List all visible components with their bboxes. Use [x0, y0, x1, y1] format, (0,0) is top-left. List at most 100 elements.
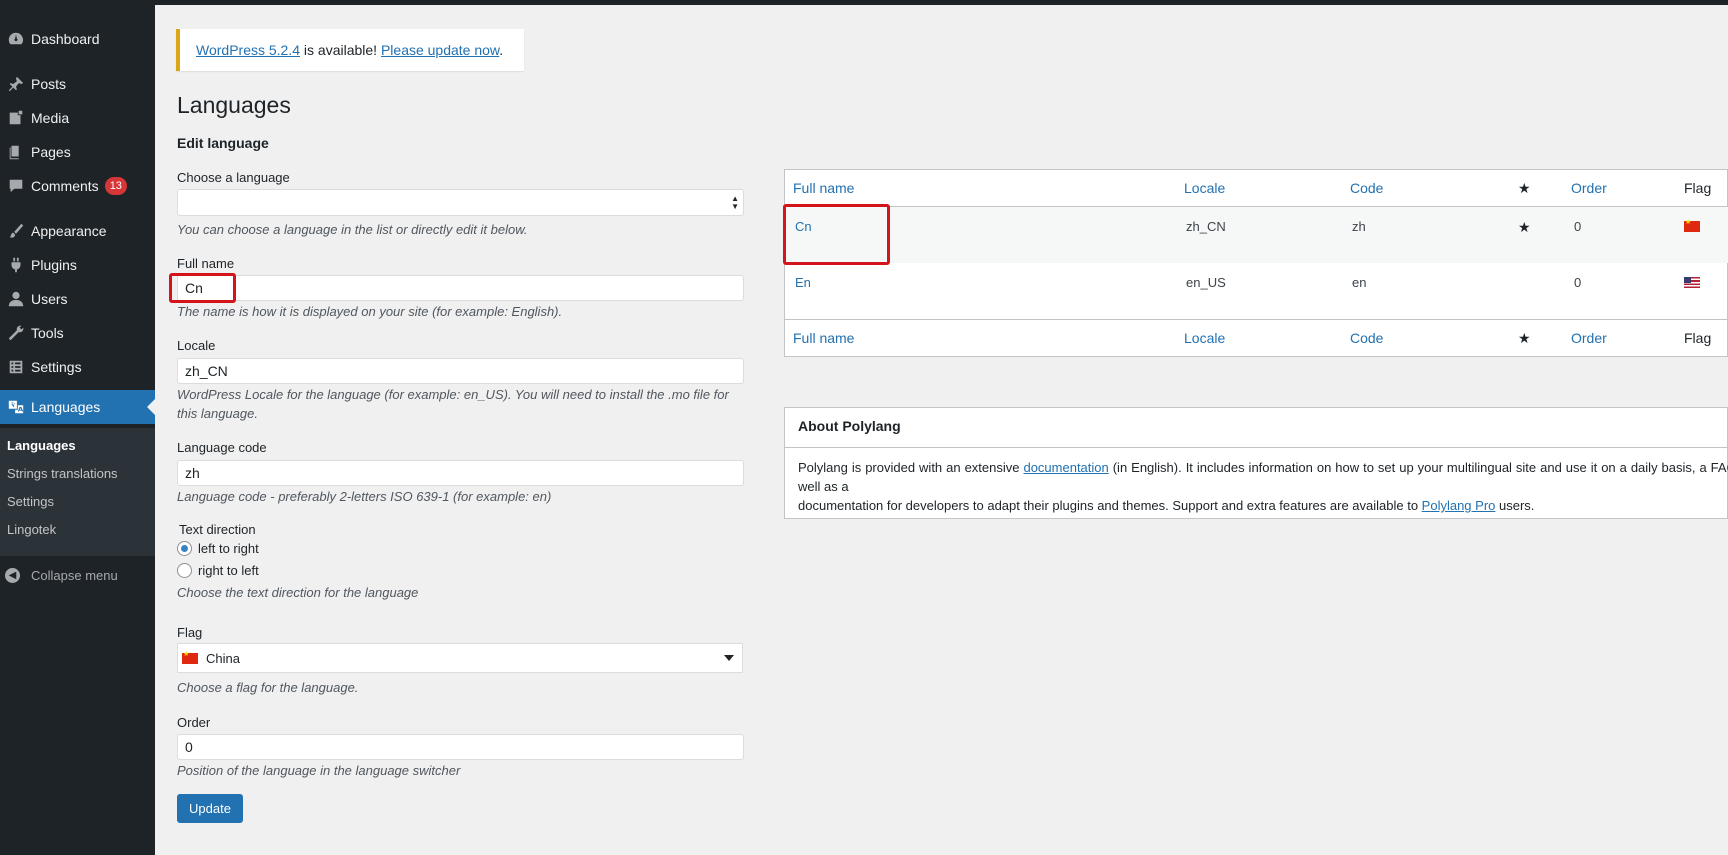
- plug-icon: [0, 256, 31, 274]
- full-name-description: The name is how it is displayed on your …: [177, 304, 563, 319]
- about-text-3: documentation for developers to adapt th…: [798, 498, 1422, 513]
- sidebar-label: Dashboard: [31, 31, 100, 47]
- footer-header-default-star-icon: ★: [1518, 330, 1531, 346]
- radio-left-to-right[interactable]: left to right: [177, 541, 259, 556]
- radio-ltr-control[interactable]: [177, 541, 192, 556]
- radio-ltr-label: left to right: [198, 541, 259, 556]
- about-polylang-text: Polylang is provided with an extensive d…: [798, 458, 1728, 515]
- collapse-label: Collapse menu: [31, 567, 118, 583]
- user-icon: [0, 290, 31, 308]
- order-input[interactable]: [177, 734, 744, 760]
- row-name-link[interactable]: Cn: [795, 219, 812, 234]
- pin-icon: [0, 75, 31, 93]
- sidebar-label: Comments: [31, 178, 99, 194]
- row-name-link[interactable]: En: [795, 275, 811, 290]
- row-code: zh: [1352, 219, 1366, 234]
- row-order: 0: [1574, 219, 1582, 234]
- sidebar-item-plugins[interactable]: Plugins: [0, 248, 155, 282]
- submenu-strings-translations[interactable]: Strings translations: [7, 466, 118, 481]
- footer-header-full-name[interactable]: Full name: [793, 330, 854, 346]
- radio-rtl-label: right to left: [198, 563, 259, 578]
- comments-icon: [0, 177, 31, 195]
- sidebar-item-appearance[interactable]: Appearance: [0, 214, 155, 248]
- sidebar-label: Users: [31, 291, 68, 307]
- order-label: Order: [177, 715, 211, 730]
- settings-icon: [0, 358, 31, 376]
- footer-header-flag: Flag: [1684, 330, 1712, 346]
- sidebar-label: Media: [31, 110, 70, 126]
- footer-header-locale[interactable]: Locale: [1184, 330, 1225, 346]
- language-code-label: Language code: [177, 440, 267, 455]
- cn-flag-icon: [1684, 218, 1700, 235]
- update-notice: WordPress 5.2.4 is available! Please upd…: [176, 29, 524, 71]
- languages-submenu: Languages Strings translations Settings …: [0, 428, 155, 556]
- choose-language-description: You can choose a language in the list or…: [177, 222, 528, 237]
- sidebar-label: Appearance: [31, 223, 107, 239]
- wordpress-version-link[interactable]: WordPress 5.2.4: [196, 42, 300, 58]
- about-polylang-box: About Polylang Polylang is provided with…: [784, 407, 1728, 519]
- column-header-order[interactable]: Order: [1571, 180, 1607, 196]
- sidebar-label: Languages: [31, 399, 101, 415]
- submenu-languages[interactable]: Languages: [7, 438, 76, 453]
- choose-language-label: Choose a language: [177, 170, 290, 185]
- polylang-pro-link[interactable]: Polylang Pro: [1422, 498, 1496, 513]
- flag-description: Choose a flag for the language.: [177, 680, 359, 695]
- radio-right-to-left[interactable]: right to left: [177, 563, 259, 578]
- flag-select[interactable]: China: [177, 643, 743, 673]
- sidebar-item-comments[interactable]: Comments 13: [0, 169, 155, 203]
- column-header-default-star-icon: ★: [1518, 180, 1531, 196]
- full-name-input[interactable]: [177, 275, 744, 301]
- pages-icon: [0, 143, 31, 161]
- update-button[interactable]: Update: [177, 794, 243, 823]
- full-name-label: Full name: [177, 256, 235, 271]
- sidebar-item-settings[interactable]: Settings: [0, 350, 155, 384]
- locale-label: Locale: [177, 338, 216, 353]
- sidebar-item-pages[interactable]: Pages: [0, 135, 155, 169]
- notice-period: .: [499, 42, 504, 58]
- column-header-full-name[interactable]: Full name: [793, 180, 854, 196]
- choose-language-select[interactable]: ▲ ▼: [177, 189, 744, 216]
- select-arrows-icon: ▲ ▼: [731, 194, 739, 211]
- admin-sidebar: Dashboard Posts Media Pages Comments 13 …: [0, 5, 155, 855]
- column-header-locale[interactable]: Locale: [1184, 180, 1225, 196]
- column-header-code[interactable]: Code: [1350, 180, 1383, 196]
- locale-input[interactable]: [177, 358, 744, 384]
- language-code-input[interactable]: [177, 460, 744, 486]
- collapse-menu-button[interactable]: ◀ Collapse menu: [0, 560, 155, 590]
- notice-text: is available!: [300, 42, 381, 58]
- edit-language-heading: Edit language: [177, 135, 269, 151]
- radio-rtl-control[interactable]: [177, 563, 192, 578]
- update-now-link[interactable]: Please update now: [381, 42, 499, 58]
- default-language-star-icon[interactable]: ★: [1518, 219, 1531, 236]
- column-header-flag: Flag: [1684, 180, 1712, 196]
- about-polylang-title: About Polylang: [798, 418, 901, 434]
- submenu-settings[interactable]: Settings: [7, 494, 54, 509]
- submenu-lingotek[interactable]: Lingotek: [7, 522, 56, 537]
- text-direction-label: Text direction: [179, 522, 256, 537]
- table-row: En en_US en 0: [785, 263, 1728, 319]
- locale-description-line2: this language.: [177, 406, 258, 421]
- caret-down-icon: [724, 655, 734, 661]
- row-locale: en_US: [1186, 275, 1226, 290]
- row-order: 0: [1574, 275, 1582, 290]
- order-description: Position of the language in the language…: [177, 763, 461, 778]
- footer-header-order[interactable]: Order: [1571, 330, 1607, 346]
- flag-label: Flag: [177, 625, 203, 640]
- translation-icon: [0, 398, 31, 416]
- cn-flag-icon: [182, 650, 198, 664]
- collapse-arrow-icon: ◀: [5, 567, 20, 583]
- sidebar-item-tools[interactable]: Tools: [0, 316, 155, 350]
- media-icon: [0, 109, 31, 127]
- sidebar-item-dashboard[interactable]: Dashboard: [0, 22, 155, 56]
- footer-header-code[interactable]: Code: [1350, 330, 1383, 346]
- us-flag-icon: [1684, 276, 1700, 291]
- table-row: Cn zh_CN zh ★ 0: [785, 207, 1728, 263]
- sidebar-item-users[interactable]: Users: [0, 282, 155, 316]
- sidebar-label: Tools: [31, 325, 64, 341]
- comments-count-badge: 13: [104, 177, 127, 195]
- documentation-link[interactable]: documentation: [1023, 460, 1108, 475]
- sidebar-label: Plugins: [31, 257, 77, 273]
- sidebar-item-media[interactable]: Media: [0, 101, 155, 135]
- sidebar-item-languages[interactable]: Languages: [0, 390, 155, 424]
- sidebar-item-posts[interactable]: Posts: [0, 67, 155, 101]
